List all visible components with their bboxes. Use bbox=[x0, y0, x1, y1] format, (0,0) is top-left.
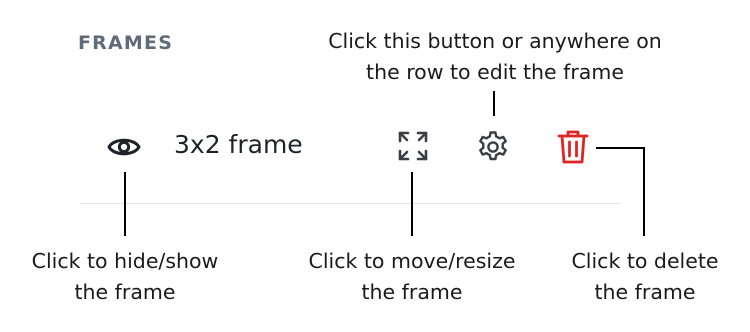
callout-edit: Click this button or anywhere on the row… bbox=[300, 26, 690, 88]
callout-delete-line-1: Click to delete bbox=[571, 249, 719, 273]
edit-frame-settings-button[interactable] bbox=[473, 127, 513, 167]
leader-line-delete-horizontal bbox=[596, 147, 645, 149]
callout-move-line-1: Click to move/resize bbox=[308, 249, 516, 273]
delete-frame-button[interactable] bbox=[554, 127, 592, 167]
callout-delete: Click to delete the frame bbox=[550, 246, 740, 308]
eye-icon bbox=[107, 138, 141, 156]
frames-section-title: FRAMES bbox=[78, 32, 174, 54]
callout-hide: Click to hide/show the frame bbox=[10, 246, 240, 308]
move-resize-button[interactable] bbox=[394, 127, 432, 165]
leader-line-move bbox=[411, 172, 413, 236]
callout-edit-line-1: Click this button or anywhere on bbox=[328, 29, 662, 53]
frame-row[interactable] bbox=[60, 112, 620, 202]
trash-icon bbox=[557, 130, 589, 164]
frame-name: 3x2 frame bbox=[174, 130, 303, 159]
callout-move-line-2: the frame bbox=[361, 280, 463, 304]
callout-edit-line-2: the row to edit the frame bbox=[366, 60, 624, 84]
leader-line-delete-vertical bbox=[643, 147, 645, 236]
callout-hide-line-2: the frame bbox=[74, 280, 176, 304]
callout-hide-line-1: Click to hide/show bbox=[31, 249, 219, 273]
leader-line-hide bbox=[124, 172, 126, 236]
row-divider bbox=[80, 203, 620, 204]
callout-delete-line-2: the frame bbox=[594, 280, 696, 304]
gear-icon bbox=[479, 131, 507, 161]
callout-move: Click to move/resize the frame bbox=[287, 246, 537, 308]
expand-arrows-icon bbox=[398, 131, 428, 161]
visibility-toggle-button[interactable] bbox=[105, 131, 143, 163]
